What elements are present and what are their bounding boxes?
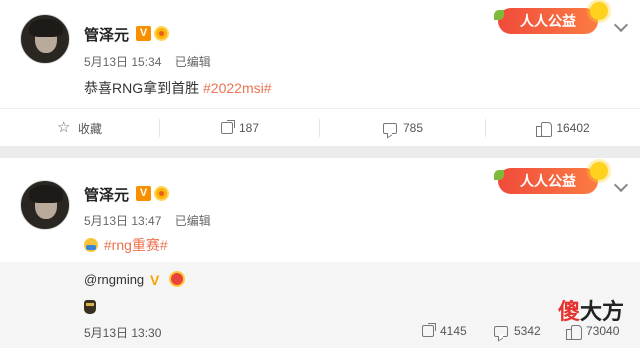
- retweet-repost-button[interactable]: 4145: [422, 323, 467, 338]
- post-meta: 5月13日 13:47 已编辑: [84, 212, 221, 229]
- comment-icon: [494, 325, 508, 337]
- retweet-repost-count: 4145: [440, 324, 467, 338]
- charity-badge-label: 人人公益: [520, 13, 576, 29]
- verified-badge: V: [136, 26, 151, 41]
- sun-icon: [590, 2, 608, 20]
- star-icon: [57, 118, 72, 136]
- retweet-comment-count: 5342: [514, 324, 541, 338]
- retweet-like-button[interactable]: 73040: [566, 324, 620, 340]
- hashtag-link[interactable]: #rng重赛#: [104, 237, 168, 253]
- member-badge-icon: [154, 26, 169, 41]
- repost-icon: [422, 323, 436, 337]
- retweet-author[interactable]: @rngming: [84, 272, 144, 287]
- thumbs-up-icon: [566, 324, 582, 340]
- like-count: 16402: [556, 121, 590, 135]
- comment-button[interactable]: 785: [320, 109, 486, 147]
- weibo-post: 管泽元 V 5月13日 15:34 已编辑 恭喜RNG拿到首胜 #2022msi…: [0, 0, 640, 146]
- charity-badge[interactable]: 人人公益: [494, 2, 608, 34]
- leaf-icon: [494, 170, 504, 180]
- verified-badge: V: [136, 186, 151, 201]
- edited-label: 已编辑: [174, 214, 211, 228]
- repost-button[interactable]: 187: [160, 109, 320, 147]
- repost-count: 187: [238, 121, 260, 135]
- comment-icon: [382, 122, 397, 134]
- sun-icon: [590, 162, 608, 180]
- retweet-verified-badge: V: [150, 272, 160, 288]
- leaf-icon: [494, 10, 504, 20]
- post-date[interactable]: 5月13日 13:47: [84, 214, 161, 228]
- post-separator: [0, 146, 640, 158]
- hashtag-link[interactable]: #2022msi#: [203, 80, 272, 96]
- chevron-down-icon[interactable]: [613, 17, 629, 33]
- retweet-like-count: 73040: [586, 324, 620, 338]
- crown-badge-icon: [169, 271, 185, 287]
- watermark-first-char: 傻: [557, 300, 580, 325]
- action-bar: 收藏 187 785 16402: [0, 108, 640, 146]
- retweet-comment-button[interactable]: 5342: [494, 324, 541, 338]
- emoji-icon: [84, 238, 98, 252]
- watermark: 傻大方: [558, 294, 624, 326]
- like-button[interactable]: 16402: [486, 109, 640, 147]
- repost-icon: [220, 120, 235, 134]
- favorite-label: 收藏: [77, 121, 102, 136]
- weibo-post: 管泽元 V 5月13日 13:47 已编辑 #rng重赛# 人人公益 @rngm…: [0, 158, 640, 348]
- retweet-date[interactable]: 5月13日 13:30: [84, 324, 161, 341]
- emoji-icon: [84, 300, 96, 314]
- post-date[interactable]: 5月13日 15:34: [84, 55, 161, 69]
- chevron-down-icon[interactable]: [613, 177, 629, 193]
- post-text: #rng重赛#: [84, 235, 168, 255]
- post-meta: 5月13日 15:34 已编辑: [84, 53, 221, 70]
- edited-label: 已编辑: [174, 55, 211, 69]
- retweet-box[interactable]: @rngming V 5月13日 13:30 4145 5342 73040: [0, 262, 640, 348]
- comment-count: 785: [402, 121, 424, 135]
- author-name[interactable]: 管泽元: [84, 24, 129, 45]
- thumbs-up-icon: [536, 121, 553, 137]
- post-text: 恭喜RNG拿到首胜 #2022msi#: [84, 78, 272, 98]
- author-name[interactable]: 管泽元: [84, 184, 129, 205]
- avatar[interactable]: [20, 180, 70, 230]
- watermark-rest: 大方: [579, 300, 624, 325]
- charity-badge-label: 人人公益: [520, 173, 576, 189]
- favorite-button[interactable]: 收藏: [0, 109, 160, 147]
- charity-badge[interactable]: 人人公益: [494, 162, 608, 194]
- avatar[interactable]: [20, 14, 70, 64]
- member-badge-icon: [154, 186, 169, 201]
- post-body: 恭喜RNG拿到首胜: [84, 80, 200, 96]
